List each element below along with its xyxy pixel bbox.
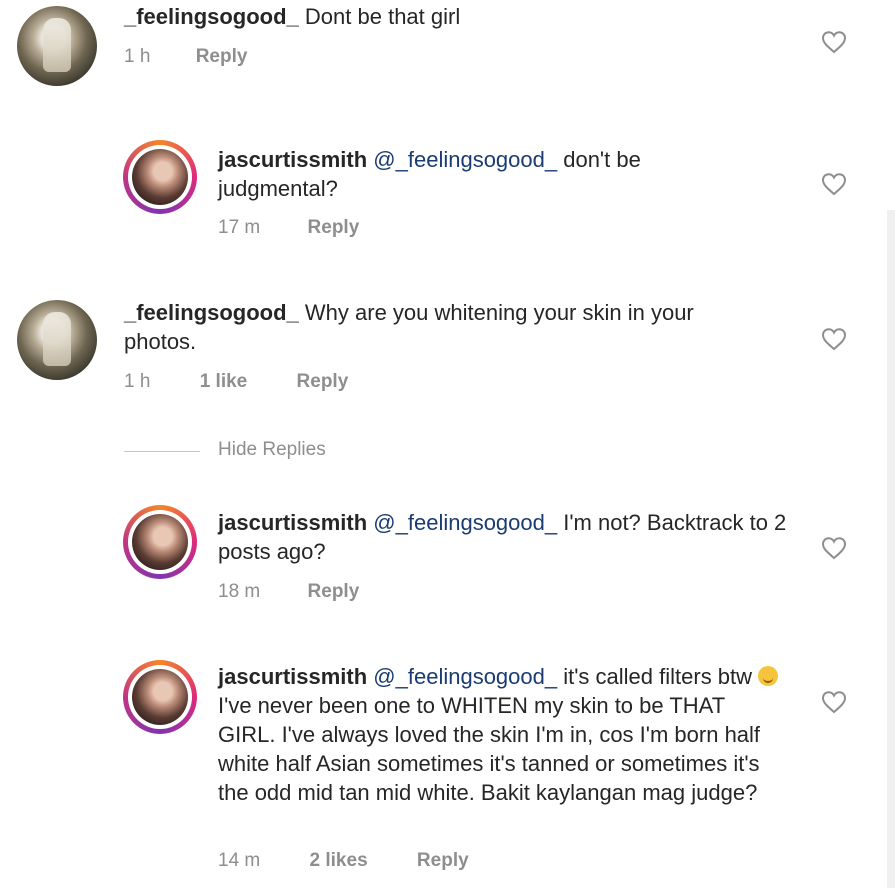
- heart-icon[interactable]: [821, 536, 847, 560]
- reply-button[interactable]: Reply: [297, 371, 349, 393]
- smiling-face-emoji-icon: [758, 666, 779, 686]
- username[interactable]: _feelingsogood_: [124, 300, 299, 325]
- comment-text: _feelingsogood_ Why are you whitening yo…: [124, 298, 764, 356]
- heart-icon[interactable]: [821, 30, 847, 54]
- user-avatar[interactable]: [17, 6, 97, 86]
- comment-meta: 14 m 2 likes Reply: [218, 850, 469, 872]
- comment-meta: 17 m Reply: [218, 217, 359, 239]
- comment-text: jascurtissmith @_feelingsogood_ it's cal…: [218, 662, 788, 807]
- username[interactable]: _feelingsogood_: [124, 4, 299, 29]
- user-avatar[interactable]: [123, 660, 197, 734]
- user-avatar[interactable]: [123, 140, 197, 214]
- comment-text: jascurtissmith @_feelingsogood_ I'm not?…: [218, 508, 798, 566]
- mention-link[interactable]: @_feelingsogood_: [373, 147, 557, 172]
- mention-link[interactable]: @_feelingsogood_: [373, 510, 557, 535]
- hide-replies-button[interactable]: Hide Replies: [218, 439, 326, 461]
- timestamp: 14 m: [218, 850, 261, 871]
- comment-body-part-1: it's called filters btw: [557, 664, 753, 689]
- username[interactable]: jascurtissmith: [218, 510, 367, 535]
- heart-icon[interactable]: [821, 327, 847, 351]
- timestamp: 1 h: [124, 371, 151, 392]
- heart-icon[interactable]: [821, 172, 847, 196]
- reply-button[interactable]: Reply: [308, 581, 360, 603]
- heart-icon[interactable]: [821, 690, 847, 714]
- reply-button[interactable]: Reply: [417, 850, 469, 872]
- comment-body-part-2: I've never been one to WHITEN my skin to…: [218, 693, 761, 805]
- timestamp: 1 h: [124, 46, 151, 67]
- comment-body: Dont be that girl: [298, 4, 461, 29]
- comment-text: jascurtissmith @_feelingsogood_ don't be…: [218, 145, 758, 203]
- reply-button[interactable]: Reply: [196, 46, 248, 68]
- like-count[interactable]: 1 like: [200, 371, 248, 393]
- comment-meta: 1 h 1 like Reply: [124, 371, 348, 393]
- user-avatar[interactable]: [17, 300, 97, 380]
- timestamp: 17 m: [218, 217, 261, 238]
- scrollbar[interactable]: [887, 210, 895, 888]
- comment-text: _feelingsogood_ Dont be that girl: [124, 2, 784, 31]
- comment-meta: 18 m Reply: [218, 581, 359, 603]
- mention-link[interactable]: @_feelingsogood_: [373, 664, 557, 689]
- replies-divider: [124, 451, 200, 452]
- reply-button[interactable]: Reply: [308, 217, 360, 239]
- comment-meta: 1 h Reply: [124, 46, 247, 68]
- like-count[interactable]: 2 likes: [310, 850, 368, 872]
- username[interactable]: jascurtissmith: [218, 147, 367, 172]
- username[interactable]: jascurtissmith: [218, 664, 367, 689]
- timestamp: 18 m: [218, 581, 261, 602]
- user-avatar[interactable]: [123, 505, 197, 579]
